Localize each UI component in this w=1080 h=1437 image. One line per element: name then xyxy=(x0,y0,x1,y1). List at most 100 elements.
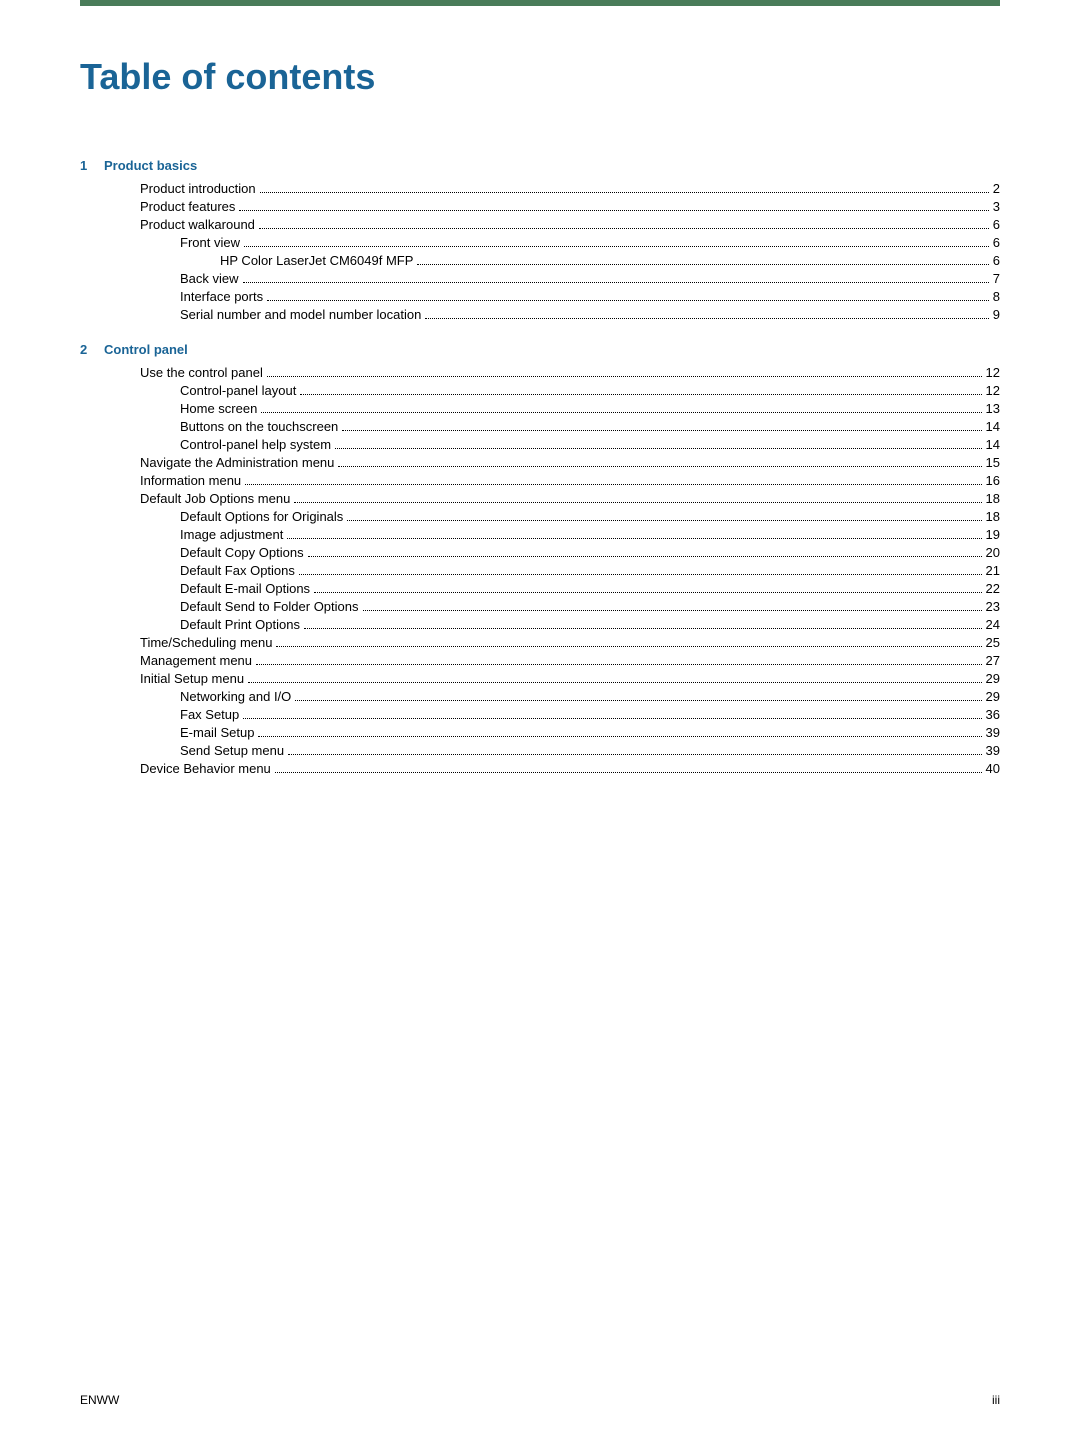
toc-entry-text: Back view xyxy=(180,271,239,286)
toc-entry-dots xyxy=(256,664,982,665)
toc-entry-page: 24 xyxy=(986,617,1000,632)
toc-entry-dots xyxy=(276,646,981,647)
toc-entry: Product introduction2 xyxy=(80,181,1000,196)
toc-entry-text: Device Behavior menu xyxy=(140,761,271,776)
toc-entry-dots xyxy=(248,682,981,683)
toc-entry-text: Default Options for Originals xyxy=(180,509,343,524)
toc-entry-text: HP Color LaserJet CM6049f MFP xyxy=(220,253,413,268)
toc-entry-page: 23 xyxy=(986,599,1000,614)
toc-entry-text: Product walkaround xyxy=(140,217,255,232)
toc-entry: Use the control panel12 xyxy=(80,365,1000,380)
toc-entry-page: 22 xyxy=(986,581,1000,596)
toc-entry-dots xyxy=(308,556,982,557)
toc-entry: Initial Setup menu29 xyxy=(80,671,1000,686)
footer: ENWW iii xyxy=(80,1393,1000,1407)
page: Table of contents 1 Product basics Product… xyxy=(0,0,1080,1437)
section-number-2: 2 xyxy=(80,342,96,357)
toc-entry-dots xyxy=(299,574,982,575)
toc-entry-page: 14 xyxy=(986,419,1000,434)
toc-entry-dots xyxy=(287,538,981,539)
toc-entry-page: 6 xyxy=(993,235,1000,250)
toc-entry: Default E-mail Options 22 xyxy=(80,581,1000,596)
toc-entry-text: Default Job Options menu xyxy=(140,491,290,506)
toc-entry-text: Control-panel help system xyxy=(180,437,331,452)
toc-entry-page: 29 xyxy=(986,689,1000,704)
toc-entry: Send Setup menu 39 xyxy=(80,743,1000,758)
toc-entry-page: 7 xyxy=(993,271,1000,286)
toc-entry-text: Default Print Options xyxy=(180,617,300,632)
toc-entry-page: 25 xyxy=(986,635,1000,650)
toc-entry: Image adjustment 19 xyxy=(80,527,1000,542)
toc-entry-page: 36 xyxy=(986,707,1000,722)
toc-entry: Interface ports8 xyxy=(80,289,1000,304)
toc-entry-dots xyxy=(338,466,981,467)
toc-entry-page: 13 xyxy=(986,401,1000,416)
toc-entry-text: Use the control panel xyxy=(140,365,263,380)
section-2: 2 Control panel Use the control panel12 Con… xyxy=(80,342,1000,776)
toc-entry: Information menu 16 xyxy=(80,473,1000,488)
footer-left: ENWW xyxy=(80,1393,119,1407)
section-title-2: Control panel xyxy=(104,342,188,357)
toc-entry: Device Behavior menu 40 xyxy=(80,761,1000,776)
toc-entry-page: 14 xyxy=(986,437,1000,452)
toc-entry-text: Home screen xyxy=(180,401,257,416)
toc-entry-dots xyxy=(243,718,981,719)
toc-entry-text: Default Fax Options xyxy=(180,563,295,578)
toc-entry-dots xyxy=(342,430,981,431)
toc-entry-dots xyxy=(314,592,981,593)
toc-entry: Product features3 xyxy=(80,199,1000,214)
toc-entry-text: Information menu xyxy=(140,473,241,488)
toc-entry-dots xyxy=(300,394,981,395)
toc-entry: Networking and I/O 29 xyxy=(80,689,1000,704)
toc-entry-dots xyxy=(267,300,989,301)
toc-entry: Product walkaround6 xyxy=(80,217,1000,232)
toc-entry-text: Image adjustment xyxy=(180,527,283,542)
toc-entry-text: Fax Setup xyxy=(180,707,239,722)
toc-entry-dots xyxy=(335,448,982,449)
toc-entry-dots xyxy=(363,610,982,611)
toc-entry-text: Networking and I/O xyxy=(180,689,291,704)
toc-entry-page: 16 xyxy=(986,473,1000,488)
toc-entry: Default Job Options menu18 xyxy=(80,491,1000,506)
toc-entry: Serial number and model number location9 xyxy=(80,307,1000,322)
toc-entry: Control-panel layout12 xyxy=(80,383,1000,398)
toc-container: 1 Product basics Product introduction2 Prod… xyxy=(80,158,1000,776)
toc-entry-text: Default E-mail Options xyxy=(180,581,310,596)
section-number-1: 1 xyxy=(80,158,96,173)
toc-entry-page: 6 xyxy=(993,253,1000,268)
toc-entry-text: Navigate the Administration menu xyxy=(140,455,334,470)
toc-entry-page: 20 xyxy=(986,545,1000,560)
section-header-1: 1 Product basics xyxy=(80,158,1000,173)
toc-entry-dots xyxy=(417,264,988,265)
toc-entry-text: Management menu xyxy=(140,653,252,668)
toc-entry-page: 40 xyxy=(986,761,1000,776)
toc-entry-dots xyxy=(267,376,982,377)
toc-entry-dots xyxy=(295,700,981,701)
page-title: Table of contents xyxy=(80,36,1000,98)
toc-entry-page: 39 xyxy=(986,725,1000,740)
toc-entry-text: Serial number and model number location xyxy=(180,307,421,322)
toc-entry-text: E-mail Setup xyxy=(180,725,254,740)
toc-entry-page: 19 xyxy=(986,527,1000,542)
toc-entry-dots xyxy=(275,772,982,773)
toc-entry-text: Default Send to Folder Options xyxy=(180,599,359,614)
toc-entry: Default Options for Originals18 xyxy=(80,509,1000,524)
section-header-2: 2 Control panel xyxy=(80,342,1000,357)
toc-entry: Navigate the Administration menu15 xyxy=(80,455,1000,470)
toc-entry-text: Send Setup menu xyxy=(180,743,284,758)
toc-entry-page: 39 xyxy=(986,743,1000,758)
toc-entry-page: 2 xyxy=(993,181,1000,196)
footer-right: iii xyxy=(992,1393,1000,1407)
toc-entry-dots xyxy=(258,736,981,737)
section-title-1: Product basics xyxy=(104,158,197,173)
toc-entry-dots xyxy=(261,412,981,413)
toc-entry-page: 21 xyxy=(986,563,1000,578)
toc-entry: HP Color LaserJet CM6049f MFP 6 xyxy=(80,253,1000,268)
toc-entry: Default Copy Options20 xyxy=(80,545,1000,560)
toc-entry-dots xyxy=(347,520,981,521)
toc-entry-dots xyxy=(304,628,982,629)
top-bar xyxy=(80,0,1000,6)
toc-entry-dots xyxy=(288,754,981,755)
toc-entry-text: Control-panel layout xyxy=(180,383,296,398)
toc-entry-dots xyxy=(259,228,989,229)
